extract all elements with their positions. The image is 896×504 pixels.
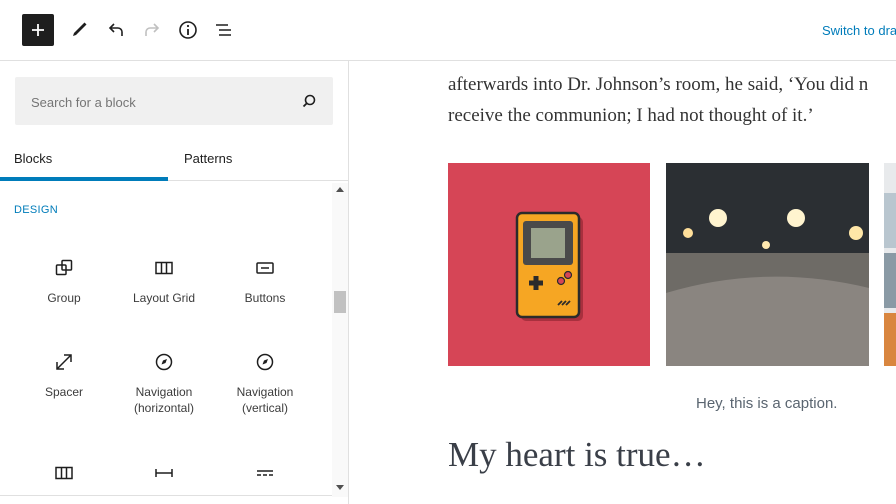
block-label: Group [47,291,81,305]
block-item-navigation-vertical[interactable]: Navigation (vertical) [215,350,315,416]
compass-icon [155,353,173,371]
block-item-navigation-horizontal[interactable]: Navigation (horizontal) [114,350,214,416]
width-icon [155,469,173,477]
paragraph-line[interactable]: receive the communion; I had not thought… [448,105,814,127]
switch-to-draft-button[interactable]: Switch to dra [822,23,896,38]
game-console-icon [515,211,583,321]
block-item-layout-grid[interactable]: Layout Grid [114,256,214,306]
layout-grid-icon [155,261,173,275]
scrollbar-thumb[interactable] [334,291,346,313]
gallery-image-road[interactable] [666,163,869,366]
redo-icon [145,23,160,36]
image-icon [884,193,896,366]
spacer-icon [56,354,72,370]
list-view-button[interactable] [208,14,240,46]
block-item-buttons[interactable]: Buttons [215,256,315,306]
group-icon [55,259,73,276]
gallery-image-console[interactable] [448,163,650,366]
scroll-up-arrow[interactable] [336,187,344,192]
block-inserter-panel: Search for a block Blocks Patterns DESIG… [0,61,349,504]
columns-icon [55,466,73,480]
paragraph-line[interactable]: afterwards into Dr. Johnson’s room, he s… [448,74,868,96]
tools-button[interactable] [63,14,95,46]
heading-block[interactable]: My heart is true… [448,435,706,475]
editor-canvas[interactable]: afterwards into Dr. Johnson’s room, he s… [349,61,896,504]
block-search-input[interactable]: Search for a block [15,77,333,125]
scroll-down-arrow[interactable] [336,485,344,490]
search-placeholder: Search for a block [31,95,136,110]
undo-icon [108,23,123,36]
block-item-group[interactable]: Group [14,256,114,306]
block-label: Buttons [244,291,286,305]
pencil-icon [73,22,87,36]
buttons-icon [256,262,274,274]
details-button[interactable] [172,14,204,46]
block-item-spacer[interactable]: Spacer [14,350,114,400]
block-label: Navigation (horizontal) [133,385,195,415]
gallery-caption[interactable]: Hey, this is a caption. [696,395,837,412]
block-inserter-toggle[interactable] [22,14,54,46]
info-icon [179,21,197,39]
block-label: Spacer [44,385,84,399]
separator-icon [257,470,273,476]
tab-blocks[interactable]: Blocks [0,139,168,181]
redo-button[interactable] [136,14,168,46]
category-title: DESIGN [14,204,58,216]
block-label: Layout Grid [132,291,196,305]
sidebar-scrollbar[interactable] [332,183,348,497]
undo-button[interactable] [100,14,132,46]
gallery-image-cropped[interactable] [884,163,896,366]
list-view-icon [216,24,231,36]
block-label: Navigation (vertical) [236,385,294,415]
compass-icon [256,353,274,371]
block-item-separator-width[interactable] [114,461,214,485]
panel-divider [0,495,332,496]
search-icon[interactable] [301,93,317,109]
block-item-columns[interactable] [14,461,114,485]
block-item-separator[interactable] [215,461,315,485]
tab-patterns[interactable]: Patterns [168,139,348,181]
top-toolbar: Switch to dra [0,0,896,61]
inserter-tabs: Blocks Patterns [0,139,348,181]
road-photo-icon [666,163,869,366]
plus-icon [32,24,44,36]
